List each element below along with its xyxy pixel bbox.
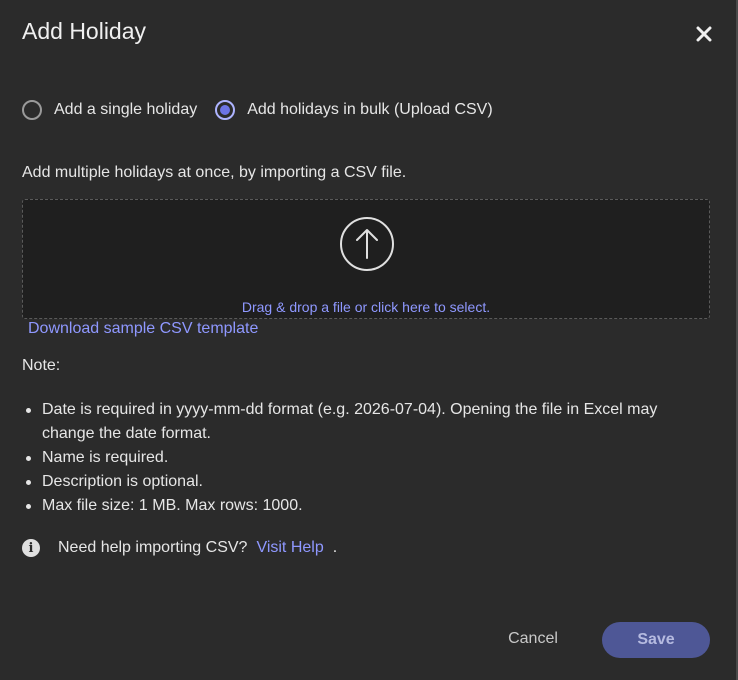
note-item: Name is required. <box>22 446 712 470</box>
csv-dropzone[interactable]: Drag & drop a file or click here to sele… <box>22 199 710 319</box>
note-item: Max file size: 1 MB. Max rows: 1000. <box>22 494 712 518</box>
note-item: Date is required in yyyy-mm-dd format (e… <box>22 398 712 446</box>
help-row: i Need help importing CSV? Visit Help . <box>22 539 337 557</box>
bulk-description: Add multiple holidays at once, by import… <box>22 164 407 181</box>
visit-help-link[interactable]: Visit Help <box>256 539 323 557</box>
dialog-title: Add Holiday <box>22 18 147 44</box>
radio-button-bulk[interactable] <box>215 100 236 120</box>
info-icon: i <box>22 539 40 557</box>
radio-label-bulk: Add holidays in bulk (Upload CSV) <box>247 101 493 118</box>
close-button[interactable] <box>692 22 716 46</box>
mode-radio-group: Add a single holiday Add holidays in bul… <box>22 100 511 120</box>
dropzone-text: Drag & drop a file or click here to sele… <box>241 299 491 315</box>
radio-single-holiday[interactable]: Add a single holiday <box>22 100 197 120</box>
radio-button-single[interactable] <box>22 100 42 120</box>
radio-bulk-upload[interactable]: Add holidays in bulk (Upload CSV) <box>215 100 493 120</box>
save-button[interactable]: Save <box>602 622 710 658</box>
help-text: Need help importing CSV? <box>58 539 248 556</box>
download-template-link[interactable]: Download sample CSV template <box>28 320 258 338</box>
note-item: Description is optional. <box>22 470 712 494</box>
cancel-button[interactable]: Cancel <box>495 622 571 656</box>
help-trailing-dot: . <box>332 539 338 556</box>
upload-arrow-icon <box>340 217 394 271</box>
close-icon <box>696 26 712 42</box>
note-label: Note: <box>22 357 61 374</box>
radio-label-single: Add a single holiday <box>54 101 198 118</box>
notes-list: Date is required in yyyy-mm-dd format (e… <box>22 398 712 518</box>
add-holiday-dialog: Add Holiday Add a single holiday Add hol… <box>0 0 738 680</box>
